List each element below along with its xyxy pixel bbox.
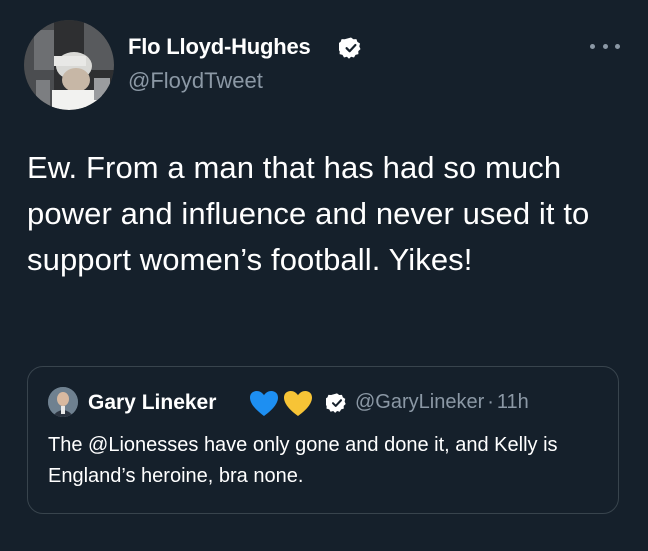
previous-tweet-fragment	[88, 0, 508, 6]
quoted-author-name: Gary Lineker	[88, 391, 217, 414]
verified-badge-icon	[339, 37, 361, 59]
more-dot-icon	[615, 43, 620, 49]
dot-separator: ·	[487, 391, 494, 413]
more-dot-icon	[602, 43, 608, 49]
tweet-text: Ew. From a man that has had so much powe…	[27, 150, 590, 277]
author-avatar[interactable]	[24, 20, 114, 110]
quoted-author-avatar	[48, 387, 78, 417]
heart-emojis-icon	[250, 391, 312, 416]
quoted-handle-row: @GaryLineker · 11h	[355, 391, 529, 414]
author-handle[interactable]: @FloydTweet	[128, 68, 263, 94]
quoted-verified-badge-icon	[326, 393, 346, 413]
author-name[interactable]: Flo Lloyd-Hughes	[128, 34, 311, 60]
quoted-timestamp[interactable]: 11h	[497, 391, 529, 413]
bottom-edge	[0, 538, 648, 551]
quoted-tweet-text: The @Lionesses have only gone and done i…	[48, 434, 558, 487]
avatar-photo	[24, 20, 114, 110]
quoted-author-handle: @GaryLineker	[355, 391, 485, 413]
quoted-avatar-photo	[48, 387, 78, 417]
more-dot-icon	[590, 43, 595, 49]
quoted-tweet-card[interactable]: Gary Lineker @GaryLineker · 11h The @Lione…	[27, 366, 619, 514]
more-options-button[interactable]	[590, 36, 620, 56]
